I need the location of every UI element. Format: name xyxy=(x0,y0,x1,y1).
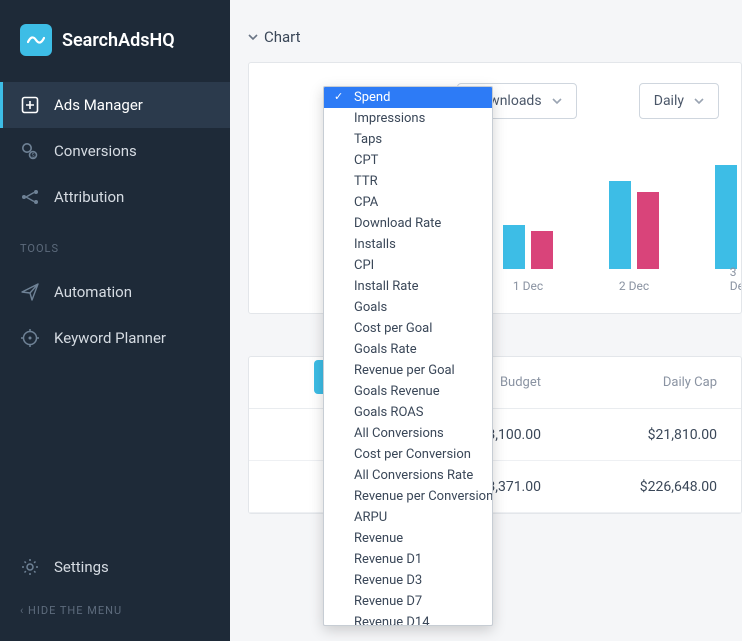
sidebar: SearchAdsHQ Ads Manager $ Conversions At… xyxy=(0,0,230,641)
sidebar-item-settings[interactable]: Settings xyxy=(0,544,230,590)
nav-tools: Automation Keyword Planner xyxy=(0,263,230,367)
metric-dropdown[interactable]: SpendImpressionsTapsCPTTTRCPADownload Ra… xyxy=(323,86,493,626)
dropdown-option[interactable]: Goals Rate xyxy=(324,339,492,360)
interval-selector[interactable]: Daily xyxy=(639,83,719,119)
dropdown-option[interactable]: Installs xyxy=(324,234,492,255)
nav-primary: Ads Manager $ Conversions Attribution xyxy=(0,76,230,226)
x-axis-label: 1 Dec xyxy=(513,279,543,293)
interval-label: Daily xyxy=(654,93,684,109)
dropdown-option[interactable]: Revenue per Goal xyxy=(324,360,492,381)
sidebar-item-ads-manager[interactable]: Ads Manager xyxy=(0,82,230,128)
x-axis-label: 3 Dec xyxy=(730,265,742,293)
sidebar-item-label: Ads Manager xyxy=(54,96,143,114)
bar xyxy=(715,165,737,270)
dropdown-option[interactable]: All Conversions Rate xyxy=(324,465,492,486)
dropdown-option[interactable]: All Conversions xyxy=(324,423,492,444)
chart-title: Chart xyxy=(264,28,301,46)
bar-group xyxy=(715,159,742,269)
dropdown-option[interactable]: Taps xyxy=(324,129,492,150)
dropdown-option[interactable]: Revenue per Conversion xyxy=(324,486,492,507)
dropdown-option[interactable]: Cost per Goal xyxy=(324,318,492,339)
sidebar-item-conversions[interactable]: $ Conversions xyxy=(0,128,230,174)
cell-daily: $21,810.00 xyxy=(581,427,741,443)
bar xyxy=(609,181,631,269)
bar xyxy=(531,231,553,270)
bar-group xyxy=(503,225,553,269)
sidebar-item-keyword-planner[interactable]: Keyword Planner xyxy=(0,315,230,361)
dropdown-option[interactable]: CPT xyxy=(324,150,492,171)
dropdown-option[interactable]: Download Rate xyxy=(324,213,492,234)
dropdown-option[interactable]: Revenue D7 xyxy=(324,591,492,612)
sidebar-item-label: Settings xyxy=(54,558,109,576)
sidebar-item-label: Automation xyxy=(54,283,132,301)
chart-section-toggle[interactable]: Chart xyxy=(248,28,742,46)
gear-icon xyxy=(20,557,40,577)
sidebar-item-label: Conversions xyxy=(54,142,137,160)
conversions-icon: $ xyxy=(20,141,40,161)
chevron-down-icon xyxy=(552,96,562,106)
bar xyxy=(637,192,659,269)
dropdown-option[interactable]: Goals xyxy=(324,297,492,318)
sidebar-item-label: Attribution xyxy=(54,188,124,206)
dropdown-option[interactable]: Goals ROAS xyxy=(324,402,492,423)
cell-daily: $226,648.00 xyxy=(581,479,741,495)
plus-box-icon xyxy=(20,95,40,115)
dropdown-option[interactable]: Revenue xyxy=(324,528,492,549)
dropdown-option[interactable]: Revenue D3 xyxy=(324,570,492,591)
chevron-down-icon xyxy=(248,32,258,42)
col-daily-header: Daily Cap xyxy=(581,375,741,390)
x-axis-label: 2 Dec xyxy=(619,279,649,293)
dropdown-option[interactable]: Revenue D14 xyxy=(324,612,492,626)
sidebar-item-attribution[interactable]: Attribution xyxy=(0,174,230,220)
dropdown-option[interactable]: Spend xyxy=(324,87,492,108)
brand-text: SearchAdsHQ xyxy=(62,30,175,51)
attribution-icon xyxy=(20,187,40,207)
target-icon xyxy=(20,328,40,348)
sidebar-item-automation[interactable]: Automation xyxy=(0,269,230,315)
bar-group xyxy=(609,181,659,269)
tools-label: TOOLS xyxy=(0,226,230,263)
brand-icon xyxy=(20,24,52,56)
dropdown-option[interactable]: Impressions xyxy=(324,108,492,129)
dropdown-option[interactable]: ARPU xyxy=(324,507,492,528)
dropdown-option[interactable]: CPA xyxy=(324,192,492,213)
dropdown-option[interactable]: CPI xyxy=(324,255,492,276)
dropdown-option[interactable]: TTR xyxy=(324,171,492,192)
hide-menu-button[interactable]: ‹ HIDE THE MENU xyxy=(0,590,230,631)
dropdown-option[interactable]: Install Rate xyxy=(324,276,492,297)
bar xyxy=(503,225,525,269)
brand: SearchAdsHQ xyxy=(0,0,230,76)
chevron-down-icon xyxy=(694,96,704,106)
dropdown-option[interactable]: Goals Revenue xyxy=(324,381,492,402)
dropdown-option[interactable]: Cost per Conversion xyxy=(324,444,492,465)
sidebar-item-label: Keyword Planner xyxy=(54,329,166,347)
dropdown-option[interactable]: Revenue D1 xyxy=(324,549,492,570)
paper-plane-icon xyxy=(20,282,40,302)
